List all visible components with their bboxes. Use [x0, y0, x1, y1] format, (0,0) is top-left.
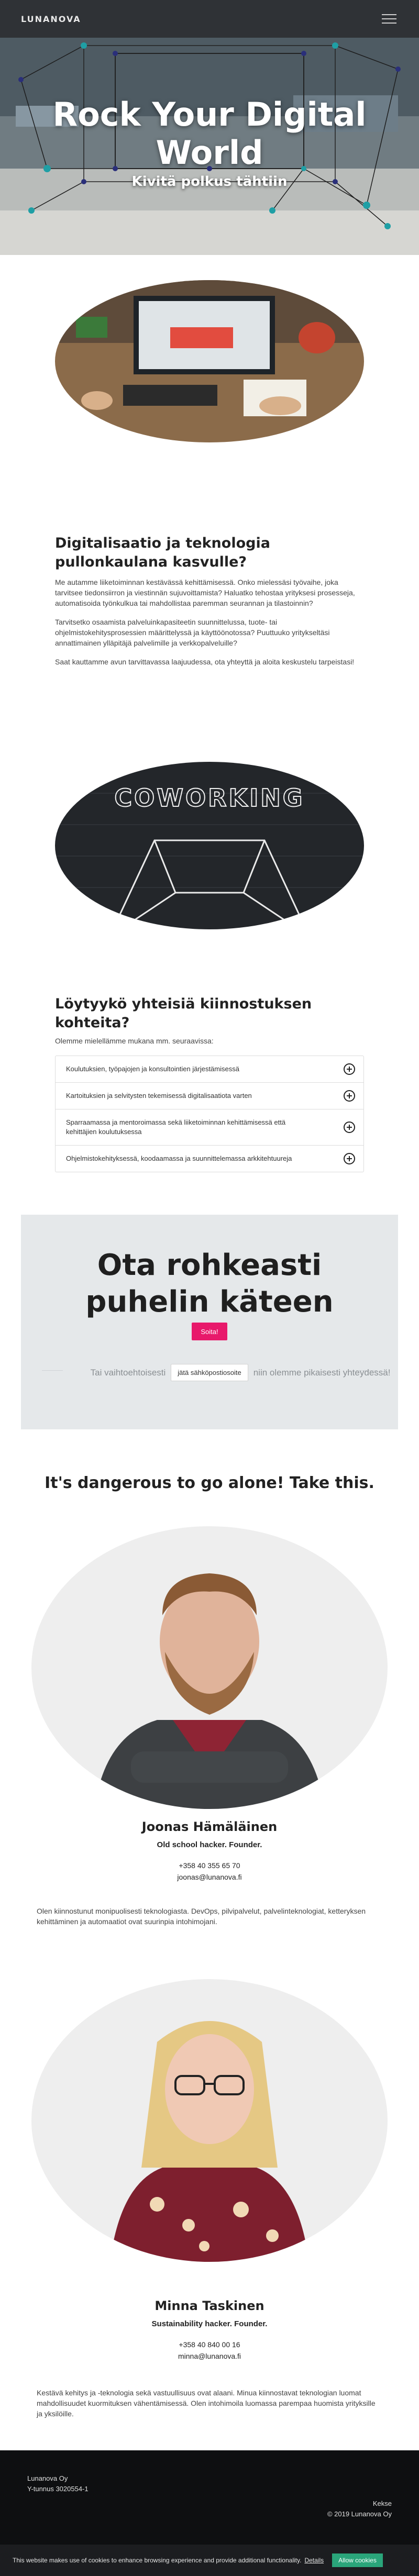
portrait-joonas [31, 1526, 388, 1809]
portrait-minna [31, 1979, 388, 2262]
member-bio-joonas: Olen kiinnostunut monipuolisesti teknolo… [37, 1907, 366, 1926]
member-phone[interactable]: +358 40 840 00 16 [0, 2339, 419, 2350]
intro-heading: Digitalisaatio ja teknologia pullonkaula… [55, 535, 270, 570]
navbar: LUNANOVA [0, 0, 419, 38]
accordion-item[interactable]: Kartoituksien ja selvitysten tekemisessä… [56, 1082, 363, 1109]
coworking-neon-image: COWORKING [55, 762, 364, 929]
interests-accordion: Koulutuksien, työpajojen ja konsultointi… [55, 1056, 364, 1172]
plus-circle-icon[interactable] [344, 1153, 355, 1164]
accordion-item-label: Ohjelmistokehityksessä, koodaamassa ja s… [66, 1154, 292, 1162]
intro-paragraph-3: Saat kauttamme avun tarvittavassa laajuu… [55, 658, 355, 666]
interests-heading: Löytyykö yhteisiä kiinnostuksen kohteita… [55, 996, 312, 1031]
cookie-banner: This website makes use of cookies to enh… [0, 2545, 419, 2576]
hero-banner: Rock Your Digital World Kivitä polkus tä… [0, 38, 419, 255]
cookie-details-link[interactable]: Details [304, 2557, 324, 2564]
email-alternative-row: Tai vaihtoehtoisesti jätä sähköpostiosoi… [21, 1364, 398, 1381]
accordion-item[interactable]: Koulutuksien, työpajojen ja konsultointi… [56, 1056, 363, 1082]
brand-logo[interactable]: LUNANOVA [21, 14, 81, 24]
footer-links[interactable]: Kekse [327, 2499, 392, 2509]
member-bio-minna: Kestävä kehitys ja -teknologia sekä vast… [37, 2389, 376, 2418]
intro-section: Digitalisaatio ja teknologia pullonkaula… [55, 534, 364, 667]
member-name: Joonas Hämäläinen [141, 1819, 278, 1834]
call-to-action-box: Ota rohkeasti puhelin käteen Soita! Tai … [21, 1215, 398, 1429]
interests-lead: Olemme mielellämme mukana mm. seuraaviss… [55, 1037, 214, 1045]
footer-company: Lunanova Oy [27, 2474, 68, 2482]
accordion-item[interactable]: Sparraamassa ja mentoroimassa sekä liike… [56, 1109, 363, 1145]
accordion-item[interactable]: Ohjelmistokehityksessä, koodaamassa ja s… [56, 1145, 363, 1172]
footer-business-id: Y-tunnus 3020554-1 [27, 2485, 89, 2493]
member-role: Old school hacker. Founder. [157, 1840, 262, 1849]
hero-title: Rock Your Digital World [52, 95, 367, 172]
alt-text-left: Tai vaihtoehtoisesti [90, 1367, 166, 1378]
member-email[interactable]: minna@lunanova.fi [0, 2350, 419, 2362]
plus-circle-icon[interactable] [344, 1090, 355, 1102]
accordion-item-label: Kartoituksien ja selvitysten tekemisessä… [66, 1092, 252, 1100]
team-member-joonas: Joonas Hämäläinen Old school hacker. Fou… [0, 1819, 419, 1883]
member-role: Sustainability hacker. Founder. [151, 2319, 268, 2328]
accordion-item-label: Koulutuksien, työpajojen ja konsultointi… [66, 1065, 239, 1073]
team-member-minna: Minna Taskinen Sustainability hacker. Fo… [0, 2299, 419, 2362]
accordion-item-label: Sparraamassa ja mentoroimassa sekä liike… [66, 1118, 286, 1136]
footer-copyright: © 2019 Lunanova Oy [327, 2510, 392, 2518]
footer: Lunanova Oy Y-tunnus 3020554-1 Kekse © 2… [0, 2450, 419, 2545]
desk-work-image [55, 280, 364, 442]
member-email[interactable]: joonas@lunanova.fi [0, 1871, 419, 1883]
member-name: Minna Taskinen [155, 2299, 264, 2313]
call-button[interactable]: Soita! [192, 1323, 227, 1340]
coworking-sign-text: COWORKING [114, 784, 304, 812]
intro-paragraph-2: Tarvitsetko osaamista palveluinkapasitee… [55, 618, 330, 647]
leave-email-button[interactable]: jätä sähköpostiosoite [171, 1364, 248, 1381]
hero-subtitle: Kivitä polkus tähtiin [131, 174, 288, 190]
plus-circle-icon[interactable] [344, 1063, 355, 1075]
call-title: Ota rohkeasti puhelin käteen [85, 1248, 334, 1319]
plus-circle-icon[interactable] [344, 1122, 355, 1133]
interests-section: Löytyykö yhteisiä kiinnostuksen kohteita… [55, 995, 364, 1172]
cookie-text: This website makes use of cookies to enh… [13, 2557, 302, 2564]
alt-text-right: niin olemme pikaisesti yhteydessä! [253, 1367, 391, 1378]
team-heading: It's dangerous to go alone! Take this. [45, 1474, 374, 1492]
member-phone[interactable]: +358 40 355 65 70 [0, 1860, 419, 1871]
hamburger-menu-icon[interactable] [380, 12, 398, 26]
intro-paragraph-1: Me autamme liiketoiminnan kestävässä keh… [55, 578, 355, 607]
allow-cookies-button[interactable]: Allow cookies [332, 2553, 383, 2567]
